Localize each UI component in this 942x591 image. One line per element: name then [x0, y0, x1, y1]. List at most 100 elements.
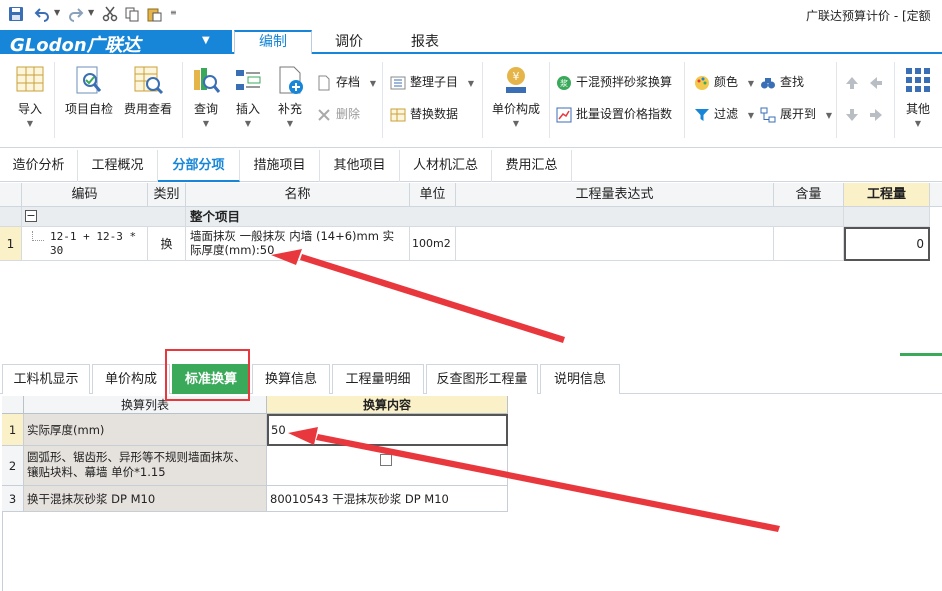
ribbon-separator: [382, 62, 383, 138]
expand-dropdown-icon[interactable]: ▼: [826, 111, 832, 120]
thickness-value-input[interactable]: 50: [267, 414, 508, 446]
unit-price-icon: ¥: [506, 67, 526, 93]
lowtab-quantity-detail[interactable]: 工程量明细: [332, 364, 424, 394]
move-right-button[interactable]: [868, 104, 888, 124]
lowtab-labor-material-display[interactable]: 工料机显示: [2, 364, 90, 394]
lowtab-description[interactable]: 说明信息: [540, 364, 620, 394]
col-header-unit[interactable]: 单位: [410, 183, 456, 207]
organize-sub-button[interactable]: 整理子目 ▼: [390, 72, 474, 92]
archive-button[interactable]: 存档 ▼: [316, 72, 376, 92]
color-button[interactable]: 颜色 ▼: [694, 72, 754, 92]
brand-dropdown-icon[interactable]: ▼: [202, 35, 210, 46]
row-code-cell[interactable]: 12-1 + 12-3 * 30: [22, 227, 148, 261]
undo-icon[interactable]: [34, 6, 50, 22]
ribbon-separator: [549, 62, 550, 138]
conv-row-number[interactable]: 3: [2, 486, 24, 512]
conv-row-item: 实际厚度(mm): [24, 414, 267, 446]
expand-to-button[interactable]: 展开到 ▼: [760, 104, 832, 124]
query-dropdown-icon[interactable]: ▼: [188, 119, 224, 128]
save-icon[interactable]: [8, 6, 24, 22]
undo-dropdown-icon[interactable]: ▼: [54, 8, 60, 17]
items-grid: 编码 类别 名称 单位 工程量表达式 含量 工程量 − 整个项目 1 12-1 …: [0, 183, 942, 353]
cut-icon[interactable]: [102, 6, 118, 22]
subtab-other-items[interactable]: 其他项目: [320, 150, 400, 182]
palette-icon: [695, 75, 709, 90]
group-row-quantity: [844, 207, 930, 227]
mortar-replace-value[interactable]: 80010543 干混抹灰砂浆 DP M10: [267, 486, 508, 512]
move-down-button[interactable]: [844, 104, 864, 124]
unit-price-dropdown-icon[interactable]: ▼: [488, 119, 544, 128]
row-number[interactable]: 1: [0, 227, 22, 261]
query-button[interactable]: 查询 ▼: [188, 64, 224, 128]
row-content[interactable]: [774, 227, 844, 261]
lowtab-reverse-graphic[interactable]: 反查图形工程量: [426, 364, 538, 394]
ribbon-separator: [894, 62, 895, 138]
subtab-project-overview[interactable]: 工程概况: [78, 150, 158, 182]
irregular-wall-checkbox[interactable]: [380, 454, 392, 466]
color-dropdown-icon[interactable]: ▼: [748, 79, 754, 88]
subtab-measures[interactable]: 措施项目: [240, 150, 320, 182]
grid-menu-icon: [906, 68, 930, 92]
copy-icon[interactable]: [124, 6, 140, 22]
col-header-quantity[interactable]: 工程量: [844, 183, 930, 207]
insert-dropdown-icon[interactable]: ▼: [230, 119, 266, 128]
col-header-category[interactable]: 类别: [148, 183, 186, 207]
unit-price-button[interactable]: ¥ 单价构成 ▼: [488, 64, 544, 128]
delete-icon: [318, 108, 330, 121]
subtab-items[interactable]: 分部分项: [158, 150, 240, 182]
find-button[interactable]: 查找: [760, 72, 804, 92]
other-dropdown-icon[interactable]: ▼: [900, 119, 936, 128]
col-header-content[interactable]: 含量: [774, 183, 844, 207]
col-header-expression[interactable]: 工程量表达式: [456, 183, 774, 207]
col-header-code[interactable]: 编码: [22, 183, 148, 207]
insert-button[interactable]: 插入 ▼: [230, 64, 266, 128]
subtab-fee-summary[interactable]: 费用汇总: [492, 150, 572, 182]
ribbon-separator: [182, 62, 183, 138]
self-check-button[interactable]: 项目自检: [62, 64, 116, 117]
import-button[interactable]: 导入 ▼: [12, 64, 48, 128]
row-name-cell[interactable]: 墙面抹灰 一般抹灰 内墙 (14+6)mm 实 际厚度(mm):50: [186, 227, 410, 261]
lowtab-unit-price[interactable]: 单价构成: [92, 364, 170, 394]
redo-icon[interactable]: [68, 6, 84, 22]
row-unit[interactable]: 100m2: [410, 227, 456, 261]
customize-toolbar-icon[interactable]: ≡: [170, 8, 177, 17]
supplement-dropdown-icon[interactable]: ▼: [272, 119, 308, 128]
other-button[interactable]: 其他 ▼: [900, 64, 936, 128]
tab-tiaojia[interactable]: 调价: [312, 30, 386, 54]
row-expression[interactable]: [456, 227, 774, 261]
archive-dropdown-icon[interactable]: ▼: [370, 79, 376, 88]
move-left-button[interactable]: [868, 72, 888, 92]
conv-row-number[interactable]: 2: [2, 446, 24, 486]
brand-menu[interactable]: GLodon广联达 ▼: [0, 30, 232, 56]
delete-button[interactable]: 删除: [316, 104, 360, 124]
row-category[interactable]: 换: [148, 227, 186, 261]
move-up-button[interactable]: [844, 72, 864, 92]
replace-data-button[interactable]: 替换数据: [390, 104, 458, 124]
ribbon-toolbar: 导入 ▼ 项目自检 费用查看 查询 ▼ 插入 ▼ 补充 ▼ 存档 ▼ 删除 整理…: [0, 54, 942, 148]
fee-view-button[interactable]: 费用查看: [120, 64, 176, 117]
subtab-labor-material[interactable]: 人材机汇总: [400, 150, 492, 182]
window-title: 广联达预算计价 - [定额: [806, 9, 931, 23]
redo-dropdown-icon[interactable]: ▼: [88, 8, 94, 17]
col-header-conversion-content[interactable]: 换算内容: [267, 396, 508, 414]
conv-row-item: 换干混抹灰砂浆 DP M10: [24, 486, 267, 512]
paste-icon[interactable]: [146, 6, 162, 22]
tab-baobiao[interactable]: 报表: [386, 30, 464, 54]
batch-price-index-button[interactable]: 批量设置价格指数: [556, 104, 672, 124]
conv-row-number[interactable]: 1: [2, 414, 24, 446]
import-dropdown-icon[interactable]: ▼: [12, 119, 48, 128]
supplement-button[interactable]: 补充 ▼: [272, 64, 308, 128]
tab-bianzhi[interactable]: 编制: [234, 30, 312, 54]
organize-dropdown-icon[interactable]: ▼: [468, 79, 474, 88]
svg-text:浆: 浆: [560, 78, 568, 88]
collapse-toggle[interactable]: −: [25, 210, 37, 222]
row-quantity-input[interactable]: 0: [844, 227, 930, 261]
col-header-name[interactable]: 名称: [186, 183, 410, 207]
dry-mortar-button[interactable]: 浆干混预拌砂浆换算: [556, 72, 672, 92]
lowtab-conversion-info[interactable]: 换算信息: [252, 364, 330, 394]
subtab-cost-analysis[interactable]: 造价分析: [0, 150, 78, 182]
conversion-grid-corner: [2, 396, 24, 414]
ribbon-separator: [684, 62, 685, 138]
filter-button[interactable]: 过滤 ▼: [694, 104, 754, 124]
filter-dropdown-icon[interactable]: ▼: [748, 111, 754, 120]
